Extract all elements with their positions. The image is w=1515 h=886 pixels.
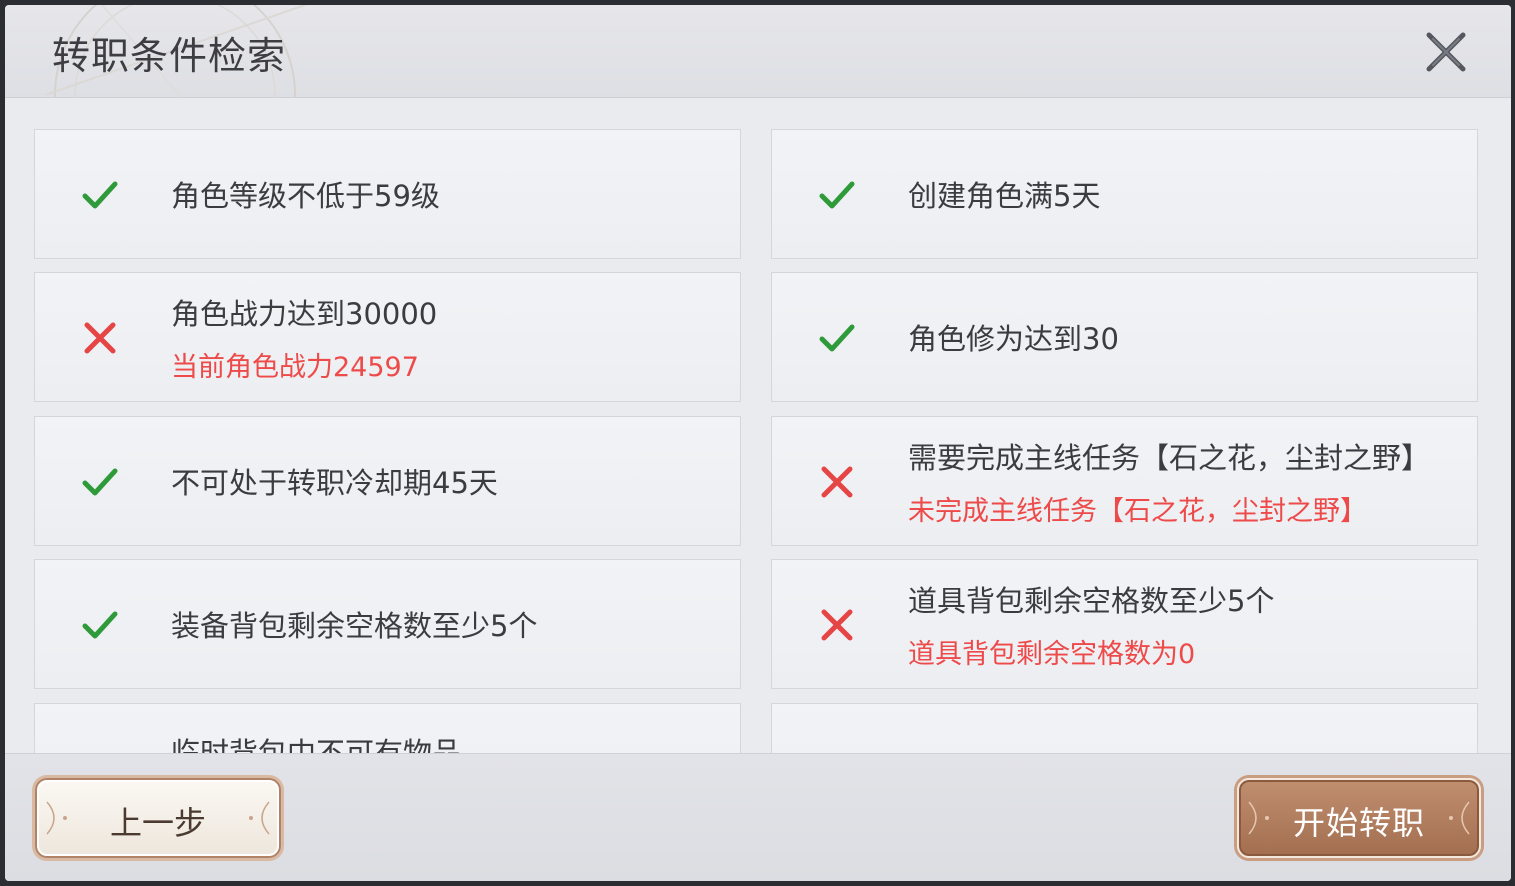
- cross-icon: [821, 466, 853, 498]
- conditions-list[interactable]: 角色等级不低于59级 创建角色满5天 角色战力达到30000 当前角色战力245…: [5, 98, 1511, 753]
- dialog-header: 转职条件检索: [5, 5, 1511, 98]
- condition-label: 角色等级不低于59级: [171, 179, 440, 213]
- check-icon: [82, 611, 118, 639]
- condition-card: 角色修为达到30: [771, 272, 1478, 402]
- dialog-footer: 上一步 开始转职: [5, 753, 1511, 881]
- condition-detail: 未完成主线任务【石之花，尘封之野】: [908, 495, 1367, 527]
- condition-label: 装备背包剩余空格数至少5个: [171, 609, 538, 643]
- condition-label: 需要完成主线任务【石之花，尘封之野】: [908, 440, 1431, 475]
- condition-card: 需要完成主线任务【石之花，尘封之野】 未完成主线任务【石之花，尘封之野】: [771, 416, 1478, 546]
- check-icon: [819, 324, 855, 352]
- condition-label: 角色战力达到30000: [171, 296, 438, 331]
- condition-detail: 当前角色战力24597: [171, 351, 419, 383]
- condition-label: 角色修为达到30: [908, 322, 1119, 356]
- condition-label: 不可处于转职冷却期45天: [171, 466, 498, 500]
- condition-card: 角色战力达到30000 当前角色战力24597: [34, 272, 741, 402]
- condition-card: 道具背包剩余空格数至少5个 道具背包剩余空格数为0: [771, 559, 1478, 689]
- condition-label: 临时背包中不可有物品: [171, 736, 462, 753]
- condition-card: [771, 703, 1478, 753]
- start-job-change-button[interactable]: 开始转职: [1237, 778, 1481, 858]
- condition-card: 装备背包剩余空格数至少5个: [34, 559, 741, 689]
- close-icon[interactable]: [1423, 29, 1469, 75]
- condition-detail: 道具背包剩余空格数为0: [908, 638, 1196, 670]
- check-icon: [82, 468, 118, 496]
- button-ornament-icon: [249, 801, 270, 835]
- check-icon: [819, 181, 855, 209]
- condition-card: 临时背包中不可有物品: [34, 703, 741, 753]
- condition-label: 创建角色满5天: [908, 179, 1101, 213]
- condition-card: 创建角色满5天: [771, 129, 1478, 259]
- previous-step-button[interactable]: 上一步: [35, 778, 281, 858]
- cross-icon: [84, 322, 116, 354]
- job-change-dialog: 转职条件检索 角色等级不低于59级 创建角色满5天 角色战力达到30000 当前…: [5, 5, 1511, 881]
- button-ornament-icon: [1449, 801, 1470, 835]
- condition-card: 角色等级不低于59级: [34, 129, 741, 259]
- check-icon: [82, 181, 118, 209]
- condition-card: 不可处于转职冷却期45天: [34, 416, 741, 546]
- condition-label: 道具背包剩余空格数至少5个: [908, 583, 1275, 618]
- dialog-title: 转职条件检索: [52, 34, 287, 78]
- cross-icon: [821, 609, 853, 641]
